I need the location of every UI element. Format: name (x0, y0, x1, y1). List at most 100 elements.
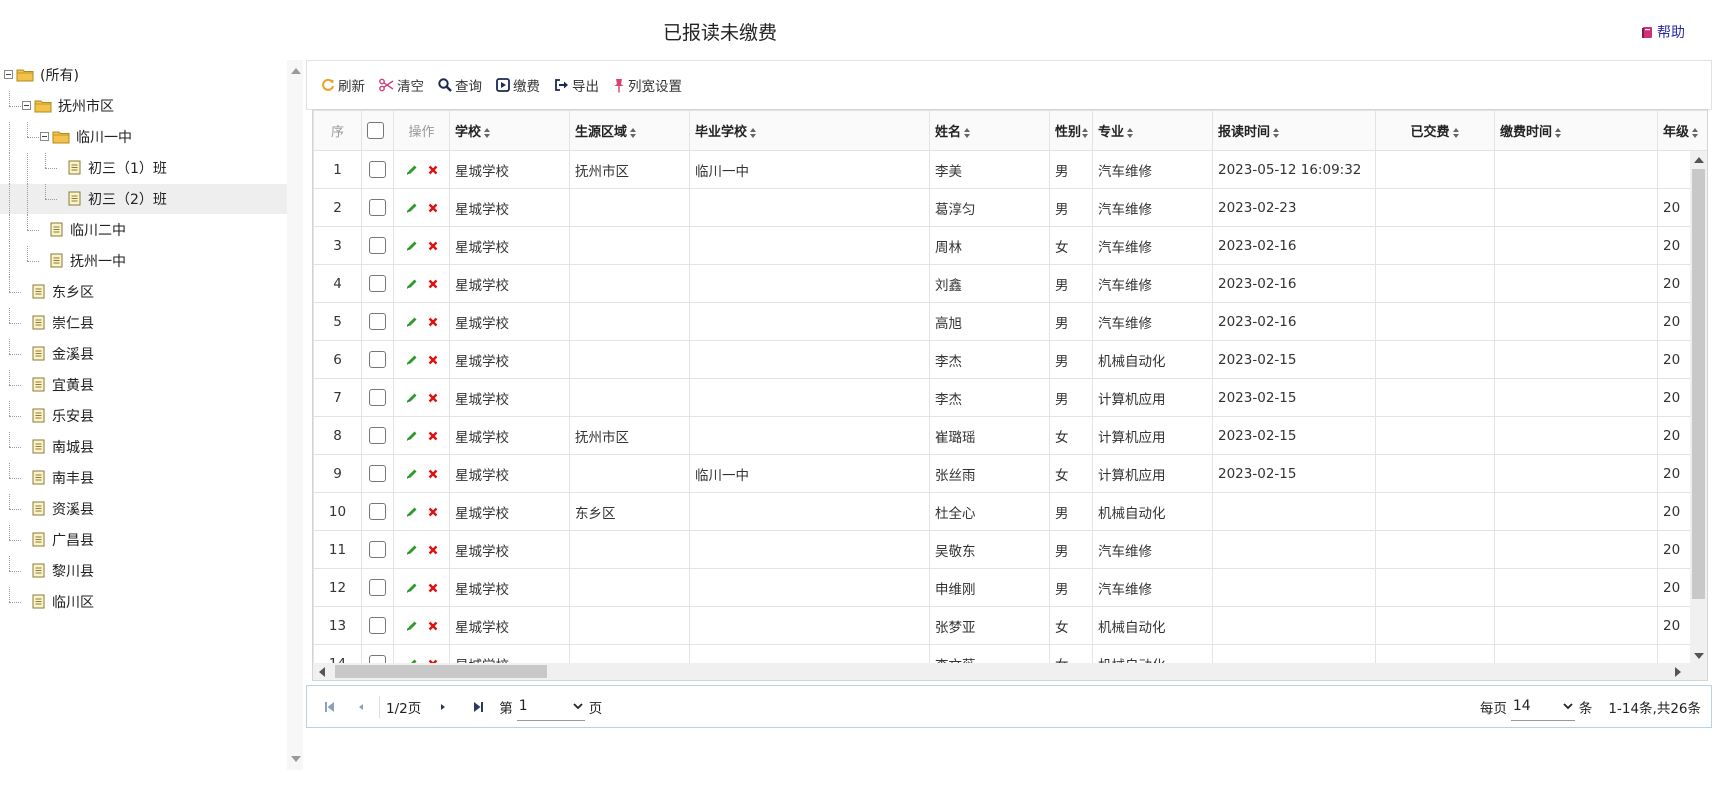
edit-pencil-icon[interactable] (406, 354, 418, 366)
delete-x-icon[interactable] (428, 393, 438, 403)
table-row[interactable]: 8 星城学校 抚州市区 崔璐瑶女计算机应用 2023-02-15 20 (313, 416, 1707, 455)
edit-pencil-icon[interactable] (406, 202, 418, 214)
sort-icon[interactable] (1692, 127, 1699, 138)
refresh-button[interactable]: 刷新 (321, 75, 365, 95)
column-width-button[interactable]: 列宽设置 (613, 75, 682, 95)
tree-node[interactable]: 抚州一中 (0, 246, 287, 277)
tree-node[interactable]: 初三（2）班 (0, 184, 287, 215)
table-row[interactable]: 10 星城学校 东乡区 杜全心男机械自动化 20 (313, 492, 1707, 531)
sort-icon[interactable] (1082, 127, 1089, 138)
next-page-button[interactable] (429, 693, 457, 721)
table-row[interactable]: 13 星城学校 张梦亚女机械自动化 20 (313, 606, 1707, 645)
row-checkbox[interactable] (369, 427, 386, 444)
row-select-cell[interactable] (361, 606, 394, 645)
row-checkbox[interactable] (369, 617, 386, 634)
edit-pencil-icon[interactable] (406, 468, 418, 480)
row-select-cell[interactable] (361, 264, 394, 303)
row-select-cell[interactable] (361, 378, 394, 417)
tree-node[interactable]: 南城县 (0, 432, 287, 462)
tree-scrollbar[interactable] (287, 60, 303, 770)
header-enroll-time[interactable]: 报读时间 (1212, 110, 1376, 151)
row-select-cell[interactable] (361, 150, 394, 189)
pay-button[interactable]: 缴费 (496, 75, 540, 95)
tree-node[interactable]: 资溪县 (0, 494, 287, 524)
row-checkbox[interactable] (369, 275, 386, 292)
delete-x-icon[interactable] (428, 469, 438, 479)
tree-node[interactable]: 南丰县 (0, 463, 287, 493)
grid-horizontal-scrollbar[interactable] (313, 663, 1707, 680)
header-select-all[interactable] (361, 110, 394, 151)
sort-icon[interactable] (630, 127, 637, 138)
scroll-up-arrow-icon[interactable] (1694, 157, 1704, 163)
grid-vertical-scrollbar[interactable] (1690, 151, 1707, 665)
header-school[interactable]: 学校 (449, 110, 570, 151)
table-row[interactable]: 3 星城学校 周林女汽车维修 2023-02-16 20 (313, 226, 1707, 265)
delete-x-icon[interactable] (428, 203, 438, 213)
select-all-checkbox[interactable] (367, 122, 384, 139)
row-select-cell[interactable] (361, 454, 394, 493)
edit-pencil-icon[interactable] (406, 506, 418, 518)
delete-x-icon[interactable] (428, 279, 438, 289)
prev-page-button[interactable] (347, 693, 375, 721)
row-select-cell[interactable] (361, 416, 394, 455)
scroll-down-arrow-icon[interactable] (291, 756, 301, 762)
tree-node[interactable]: 初三（1）班 (0, 153, 287, 184)
delete-x-icon[interactable] (428, 583, 438, 593)
delete-x-icon[interactable] (428, 621, 438, 631)
table-row[interactable]: 5 星城学校 高旭男汽车维修 2023-02-16 20 (313, 302, 1707, 341)
collapse-toggle-icon[interactable] (22, 101, 31, 110)
sort-icon[interactable] (1452, 127, 1460, 138)
delete-x-icon[interactable] (428, 431, 438, 441)
delete-x-icon[interactable] (428, 507, 438, 517)
edit-pencil-icon[interactable] (406, 620, 418, 632)
header-grade[interactable]: 年级 (1657, 110, 1707, 151)
delete-x-icon[interactable] (428, 165, 438, 175)
row-select-cell[interactable] (361, 188, 394, 227)
row-select-cell[interactable] (361, 568, 394, 607)
per-page-select[interactable]: 14 (1510, 693, 1575, 721)
tree-node[interactable]: 临川一中 (0, 122, 287, 153)
header-gender[interactable]: 性别 (1049, 110, 1093, 151)
scroll-thumb[interactable] (335, 665, 547, 678)
sort-icon[interactable] (1127, 127, 1134, 138)
scroll-left-arrow-icon[interactable] (319, 667, 325, 677)
delete-x-icon[interactable] (428, 545, 438, 555)
clear-button[interactable]: 清空 (379, 75, 424, 95)
row-checkbox[interactable] (369, 465, 386, 482)
scroll-up-arrow-icon[interactable] (291, 68, 301, 74)
tree-node[interactable]: 临川二中 (0, 215, 287, 246)
row-checkbox[interactable] (369, 237, 386, 254)
edit-pencil-icon[interactable] (406, 430, 418, 442)
edit-pencil-icon[interactable] (406, 392, 418, 404)
table-row[interactable]: 4 星城学校 刘鑫男汽车维修 2023-02-16 20 (313, 264, 1707, 303)
tree-node[interactable]: 临川区 (0, 587, 287, 617)
table-row[interactable]: 7 星城学校 李杰男计算机应用 2023-02-15 20 (313, 378, 1707, 417)
export-button[interactable]: 导出 (554, 75, 599, 95)
row-checkbox[interactable] (369, 503, 386, 520)
row-select-cell[interactable] (361, 226, 394, 265)
delete-x-icon[interactable] (428, 317, 438, 327)
row-select-cell[interactable] (361, 302, 394, 341)
scroll-down-arrow-icon[interactable] (1694, 653, 1704, 659)
row-checkbox[interactable] (369, 199, 386, 216)
row-select-cell[interactable] (361, 530, 394, 569)
table-row[interactable]: 11 星城学校 吴敬东男汽车维修 20 (313, 530, 1707, 569)
tree-node[interactable]: (所有) (0, 60, 287, 90)
table-row[interactable]: 14 星城学校 李文薇女机械自动化 (313, 644, 1707, 665)
row-checkbox[interactable] (369, 389, 386, 406)
collapse-toggle-icon[interactable] (40, 132, 49, 141)
row-checkbox[interactable] (369, 351, 386, 368)
table-row[interactable]: 6 星城学校 李杰男机械自动化 2023-02-15 20 (313, 340, 1707, 379)
sort-icon[interactable] (1273, 127, 1280, 138)
header-region[interactable]: 生源区域 (569, 110, 690, 151)
scroll-thumb[interactable] (1692, 169, 1705, 599)
query-button[interactable]: 查询 (438, 75, 482, 95)
table-row[interactable]: 2 星城学校 葛淳匀男汽车维修 2023-02-23 20 (313, 188, 1707, 227)
table-row[interactable]: 12 星城学校 申维刚男汽车维修 20 (313, 568, 1707, 607)
page-select[interactable]: 1 (516, 693, 585, 721)
delete-x-icon[interactable] (428, 241, 438, 251)
scroll-right-arrow-icon[interactable] (1675, 667, 1681, 677)
row-checkbox[interactable] (369, 313, 386, 330)
sort-icon[interactable] (484, 127, 491, 138)
help-link[interactable]: 帮助 (1641, 22, 1685, 42)
